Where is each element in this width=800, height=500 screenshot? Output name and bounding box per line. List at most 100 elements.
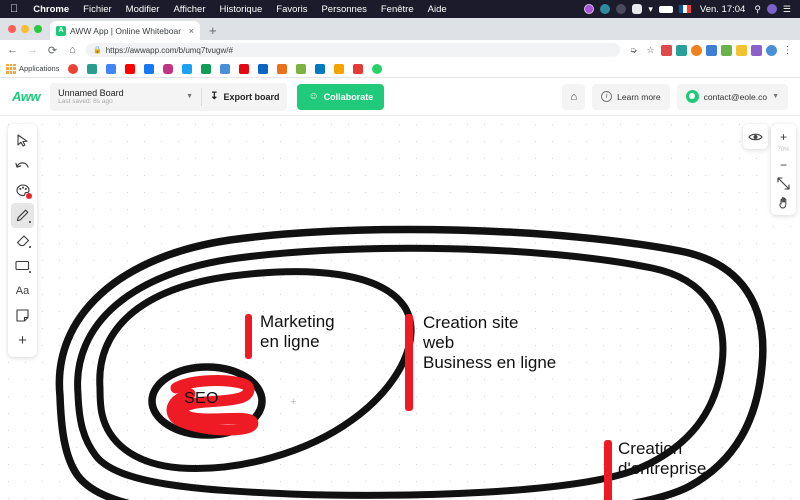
aww-logo[interactable]: Aww [12, 89, 41, 104]
fit-screen-button[interactable] [773, 174, 794, 193]
add-tool[interactable]: + [11, 328, 34, 353]
facebook-icon[interactable] [144, 63, 155, 74]
french-flag-icon[interactable] [678, 5, 691, 13]
control-center-icon[interactable]: ☰ [783, 4, 791, 15]
add-user-icon: ☺ [308, 91, 319, 102]
address-bar[interactable]: 🔒 https://awwapp.com/b/umq7tvugw/# [86, 43, 620, 57]
menu-icon[interactable]: ⋮ [781, 45, 794, 56]
learn-more-button[interactable]: i Learn more [592, 83, 670, 110]
annotation-creation-site-text: Creation site web Business en ligne [423, 313, 557, 373]
apple-icon[interactable]:  [10, 3, 18, 15]
analytics-icon[interactable] [334, 63, 345, 74]
menu-item-fenetre[interactable]: Fenêtre [374, 4, 421, 15]
menu-item-chrome[interactable]: Chrome [26, 4, 76, 15]
window-close-button[interactable] [8, 25, 16, 33]
drive-icon[interactable] [201, 63, 212, 74]
presentation-mode-button[interactable] [743, 124, 768, 149]
export-board-button[interactable]: ↧ Export board [210, 91, 279, 102]
google-icon[interactable] [68, 63, 79, 74]
app-icon[interactable] [600, 4, 611, 14]
share-icon[interactable]: ➭ [627, 45, 640, 56]
text-tool[interactable]: Aa [11, 278, 34, 303]
siri-icon[interactable] [766, 4, 777, 14]
extension-red-icon[interactable] [661, 44, 672, 56]
browser-tab[interactable]: A AWW App | Online Whiteboar × [50, 21, 200, 40]
divider [201, 87, 203, 106]
undo-tool[interactable] [11, 153, 34, 178]
apps-grid-icon [6, 63, 16, 74]
wifi-icon[interactable]: ▾ [648, 4, 653, 15]
menu-item-aide[interactable]: Aide [421, 4, 454, 15]
note-tool[interactable] [11, 303, 34, 328]
new-tab-button[interactable]: + [200, 21, 226, 40]
chevron-down-icon[interactable]: ▼ [186, 93, 193, 100]
back-button[interactable]: ← [6, 44, 19, 56]
account-email: contact@eole.co [703, 91, 768, 102]
extension-teal-icon[interactable] [676, 44, 687, 56]
board-selector[interactable]: Unnamed Board Last saved: 8s ago ▼ ↧ Exp… [50, 82, 288, 111]
cursor-icon[interactable] [220, 63, 231, 74]
extension-yellow-icon[interactable] [736, 44, 747, 56]
menu-item-favoris[interactable]: Favoris [269, 4, 314, 15]
profile-icon[interactable] [766, 44, 777, 56]
browser-action-icons: ➭ ☆ ⋮ [627, 44, 794, 56]
youtube-icon[interactable] [125, 63, 136, 74]
extension-orange-icon[interactable] [691, 44, 702, 56]
pan-tool-button[interactable] [773, 193, 794, 212]
window-traffic-lights [8, 18, 50, 40]
search-icon[interactable]: ⚲ [754, 4, 761, 15]
fit-screen-icon [777, 177, 790, 190]
menu-item-historique[interactable]: Historique [213, 4, 270, 15]
menu-item-afficher[interactable]: Afficher [166, 4, 212, 15]
collaborate-button[interactable]: ☺ Collaborate [297, 83, 385, 110]
window-zoom-button[interactable] [34, 25, 42, 33]
twitter-icon[interactable] [182, 63, 193, 74]
extension-green-icon[interactable] [721, 44, 732, 56]
menu-item-fichier[interactable]: Fichier [76, 4, 119, 15]
battery-icon[interactable] [658, 5, 673, 13]
trello-icon[interactable] [315, 63, 326, 74]
tool-icon[interactable] [296, 63, 307, 74]
home-button[interactable]: ⌂ [66, 44, 79, 56]
whatsapp-icon[interactable] [372, 63, 383, 74]
zoom-out-button[interactable]: − [773, 155, 794, 174]
eraser-tool[interactable] [11, 228, 34, 253]
c-icon[interactable] [353, 63, 364, 74]
menu-item-modifier[interactable]: Modifier [119, 4, 167, 15]
tab-close-icon[interactable]: × [189, 26, 194, 36]
pen-tool[interactable] [11, 203, 34, 228]
zoom-in-button[interactable]: + [773, 127, 794, 146]
undo-arrow-icon [15, 162, 29, 168]
select-tool[interactable] [11, 128, 34, 153]
window-minimize-button[interactable] [21, 25, 29, 33]
mail-icon[interactable] [87, 63, 98, 74]
reload-button[interactable]: ⟳ [46, 44, 59, 57]
chevron-down-icon[interactable]: ▼ [772, 93, 779, 100]
home-button[interactable]: ⌂ [562, 83, 586, 110]
whiteboard-canvas[interactable]: SEO + Marketing en ligne Creation site w… [0, 116, 800, 500]
bookmark-applications[interactable]: Applications [6, 63, 59, 74]
zoom-level-label: 70% [777, 147, 790, 153]
shape-tool[interactable] [11, 253, 34, 278]
extension-purple-icon[interactable] [751, 44, 762, 56]
canvas-plus-marker: + [290, 396, 297, 408]
extension-blue-icon[interactable] [706, 44, 717, 56]
linkedin-icon[interactable] [258, 63, 269, 74]
account-menu[interactable]: contact@eole.co ▼ [676, 83, 788, 110]
star-icon[interactable]: ☆ [644, 45, 657, 56]
n-icon[interactable] [239, 63, 250, 74]
instagram-icon[interactable] [163, 63, 174, 74]
calendar-icon[interactable] [106, 63, 117, 74]
dropbox-icon[interactable] [632, 4, 643, 14]
menu-bar-clock[interactable]: Ven. 17:04 [694, 4, 751, 15]
bookmarks-bar: Applications [0, 60, 800, 78]
display-icon[interactable] [616, 4, 627, 14]
image-icon[interactable] [277, 63, 288, 74]
hand-icon [779, 197, 786, 209]
color-picker-tool[interactable] [11, 178, 34, 203]
menu-item-personnes[interactable]: Personnes [314, 4, 373, 15]
forward-button[interactable]: → [26, 44, 39, 56]
annotation-seo-text: SEO [184, 390, 219, 407]
board-saved-status: Last saved: 8s ago [58, 97, 113, 105]
siri-circle-icon[interactable] [584, 4, 595, 14]
